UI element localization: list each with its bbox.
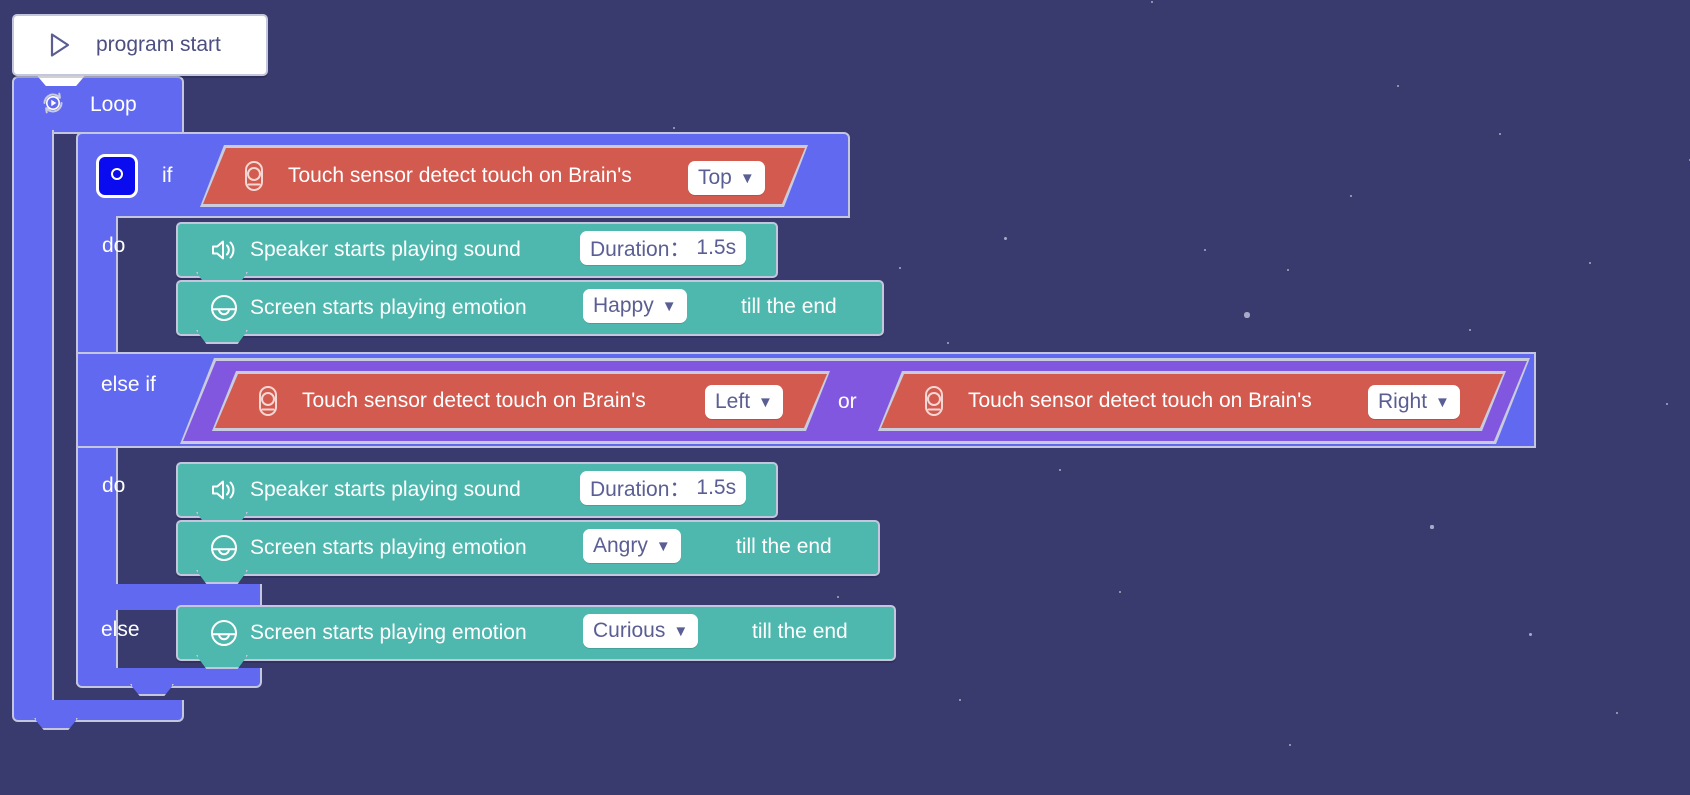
speaker-block-label-2: Speaker starts playing sound	[250, 478, 521, 501]
or-operator-label: or	[838, 390, 857, 413]
duration-value-1: 1.5s	[696, 236, 737, 259]
speaker-icon	[204, 477, 244, 503]
emotion-dropdown-1[interactable]: Happy ▼	[583, 289, 687, 323]
loop-block-header[interactable]: Loop	[12, 76, 184, 134]
screen-block-label-2: Screen starts playing emotion	[250, 536, 527, 559]
star-dot	[1203, 248, 1207, 252]
condition-text: Touch sensor detect touch on Brain's	[288, 164, 632, 187]
star-dot	[1588, 261, 1592, 265]
brain-side-dropdown-right[interactable]: Right ▼	[1368, 385, 1460, 419]
screen-emotion-icon	[204, 618, 244, 648]
star-dot	[1003, 236, 1007, 240]
condition-text: Touch sensor detect touch on Brain's	[968, 389, 1312, 412]
do-keyword-1: do	[102, 234, 126, 257]
brain-side-dropdown-left[interactable]: Left ▼	[705, 385, 783, 419]
duration-label-2: Duration：	[590, 478, 691, 501]
star-dot	[1118, 590, 1122, 594]
star-dot	[1468, 328, 1472, 332]
touch-sensor-icon	[242, 160, 266, 192]
program-start-label: program start	[96, 33, 221, 56]
loop-refresh-icon	[38, 88, 68, 123]
chevron-down-icon: ▼	[661, 297, 677, 315]
chevron-down-icon: ▼	[758, 393, 773, 411]
brain-side-dropdown-top[interactable]: Top ▼	[688, 161, 765, 195]
else-keyword: else	[101, 618, 140, 641]
star-dot	[1058, 468, 1062, 472]
chevron-down-icon: ▼	[655, 537, 671, 555]
speaker-icon	[204, 237, 244, 263]
star-dot	[1528, 632, 1532, 636]
star-dot	[1665, 402, 1669, 406]
else-if-keyword: else if	[101, 373, 156, 396]
star-dot	[1288, 743, 1292, 747]
touch-sensor-icon	[922, 385, 946, 417]
condition-text: Touch sensor detect touch on Brain's	[302, 389, 646, 412]
screen-emotion-icon	[204, 293, 244, 323]
screen-emotion-icon	[204, 533, 244, 563]
screen-block-tail-3: till the end	[752, 620, 848, 643]
star-dot	[1430, 525, 1434, 529]
star-dot	[1615, 711, 1619, 715]
chevron-down-icon: ▼	[739, 169, 755, 187]
duration-label-1: Duration：	[590, 238, 691, 261]
screen-block-tail-2: till the end	[736, 535, 832, 558]
loop-block-spine	[12, 130, 54, 715]
chevron-down-icon: ▼	[1435, 393, 1450, 411]
star-dot	[1286, 268, 1290, 272]
program-start-block[interactable]: program start	[12, 14, 268, 76]
emotion-value-3: Curious	[593, 619, 666, 642]
do-keyword-2: do	[102, 474, 126, 497]
emotion-value-1: Happy	[593, 294, 654, 317]
dropdown-value: Top	[698, 166, 732, 189]
speaker-block-label-1: Speaker starts playing sound	[250, 238, 521, 261]
star-dot	[1244, 312, 1250, 318]
if-keyword: if	[162, 164, 173, 187]
chevron-down-icon: ▼	[673, 622, 689, 640]
star-dot	[1498, 132, 1502, 136]
duration-value-2: 1.5s	[696, 476, 737, 499]
screen-block-notch-3	[196, 655, 248, 669]
screen-block-label-3: Screen starts playing emotion	[250, 621, 527, 644]
star-dot	[1349, 194, 1353, 198]
emotion-value-2: Angry	[593, 534, 648, 557]
gear-settings-icon	[108, 165, 126, 188]
star-dot	[1396, 84, 1400, 88]
screen-block-notch-1	[196, 330, 248, 344]
star-dot	[672, 126, 676, 130]
touch-sensor-icon	[256, 385, 280, 417]
dropdown-value: Left	[715, 390, 751, 413]
loop-label: Loop	[90, 93, 137, 116]
emotion-dropdown-2[interactable]: Angry ▼	[583, 529, 681, 563]
screen-block-notch-2	[196, 570, 248, 584]
speaker-duration-field-1[interactable]: Duration： 1.5s	[580, 231, 747, 265]
screen-block-tail-1: till the end	[741, 295, 837, 318]
star-dot	[1150, 0, 1154, 4]
blockly-workspace[interactable]: Loop if do else if do else Touch sensor …	[0, 0, 1690, 795]
emotion-dropdown-3[interactable]: Curious ▼	[583, 614, 699, 648]
if-bottom-notch	[130, 684, 174, 696]
dropdown-value: Right	[1378, 390, 1428, 413]
star-dot	[898, 266, 902, 270]
star-dot	[958, 698, 962, 702]
screen-block-label-1: Screen starts playing emotion	[250, 296, 527, 319]
loop-bottom-notch	[34, 718, 78, 730]
play-triangle-icon	[44, 30, 74, 60]
speaker-duration-field-2[interactable]: Duration： 1.5s	[580, 471, 747, 505]
star-dot	[836, 595, 840, 599]
if-block-spine	[76, 216, 118, 684]
star-dot	[946, 341, 950, 345]
if-mutator-button[interactable]	[96, 154, 138, 198]
